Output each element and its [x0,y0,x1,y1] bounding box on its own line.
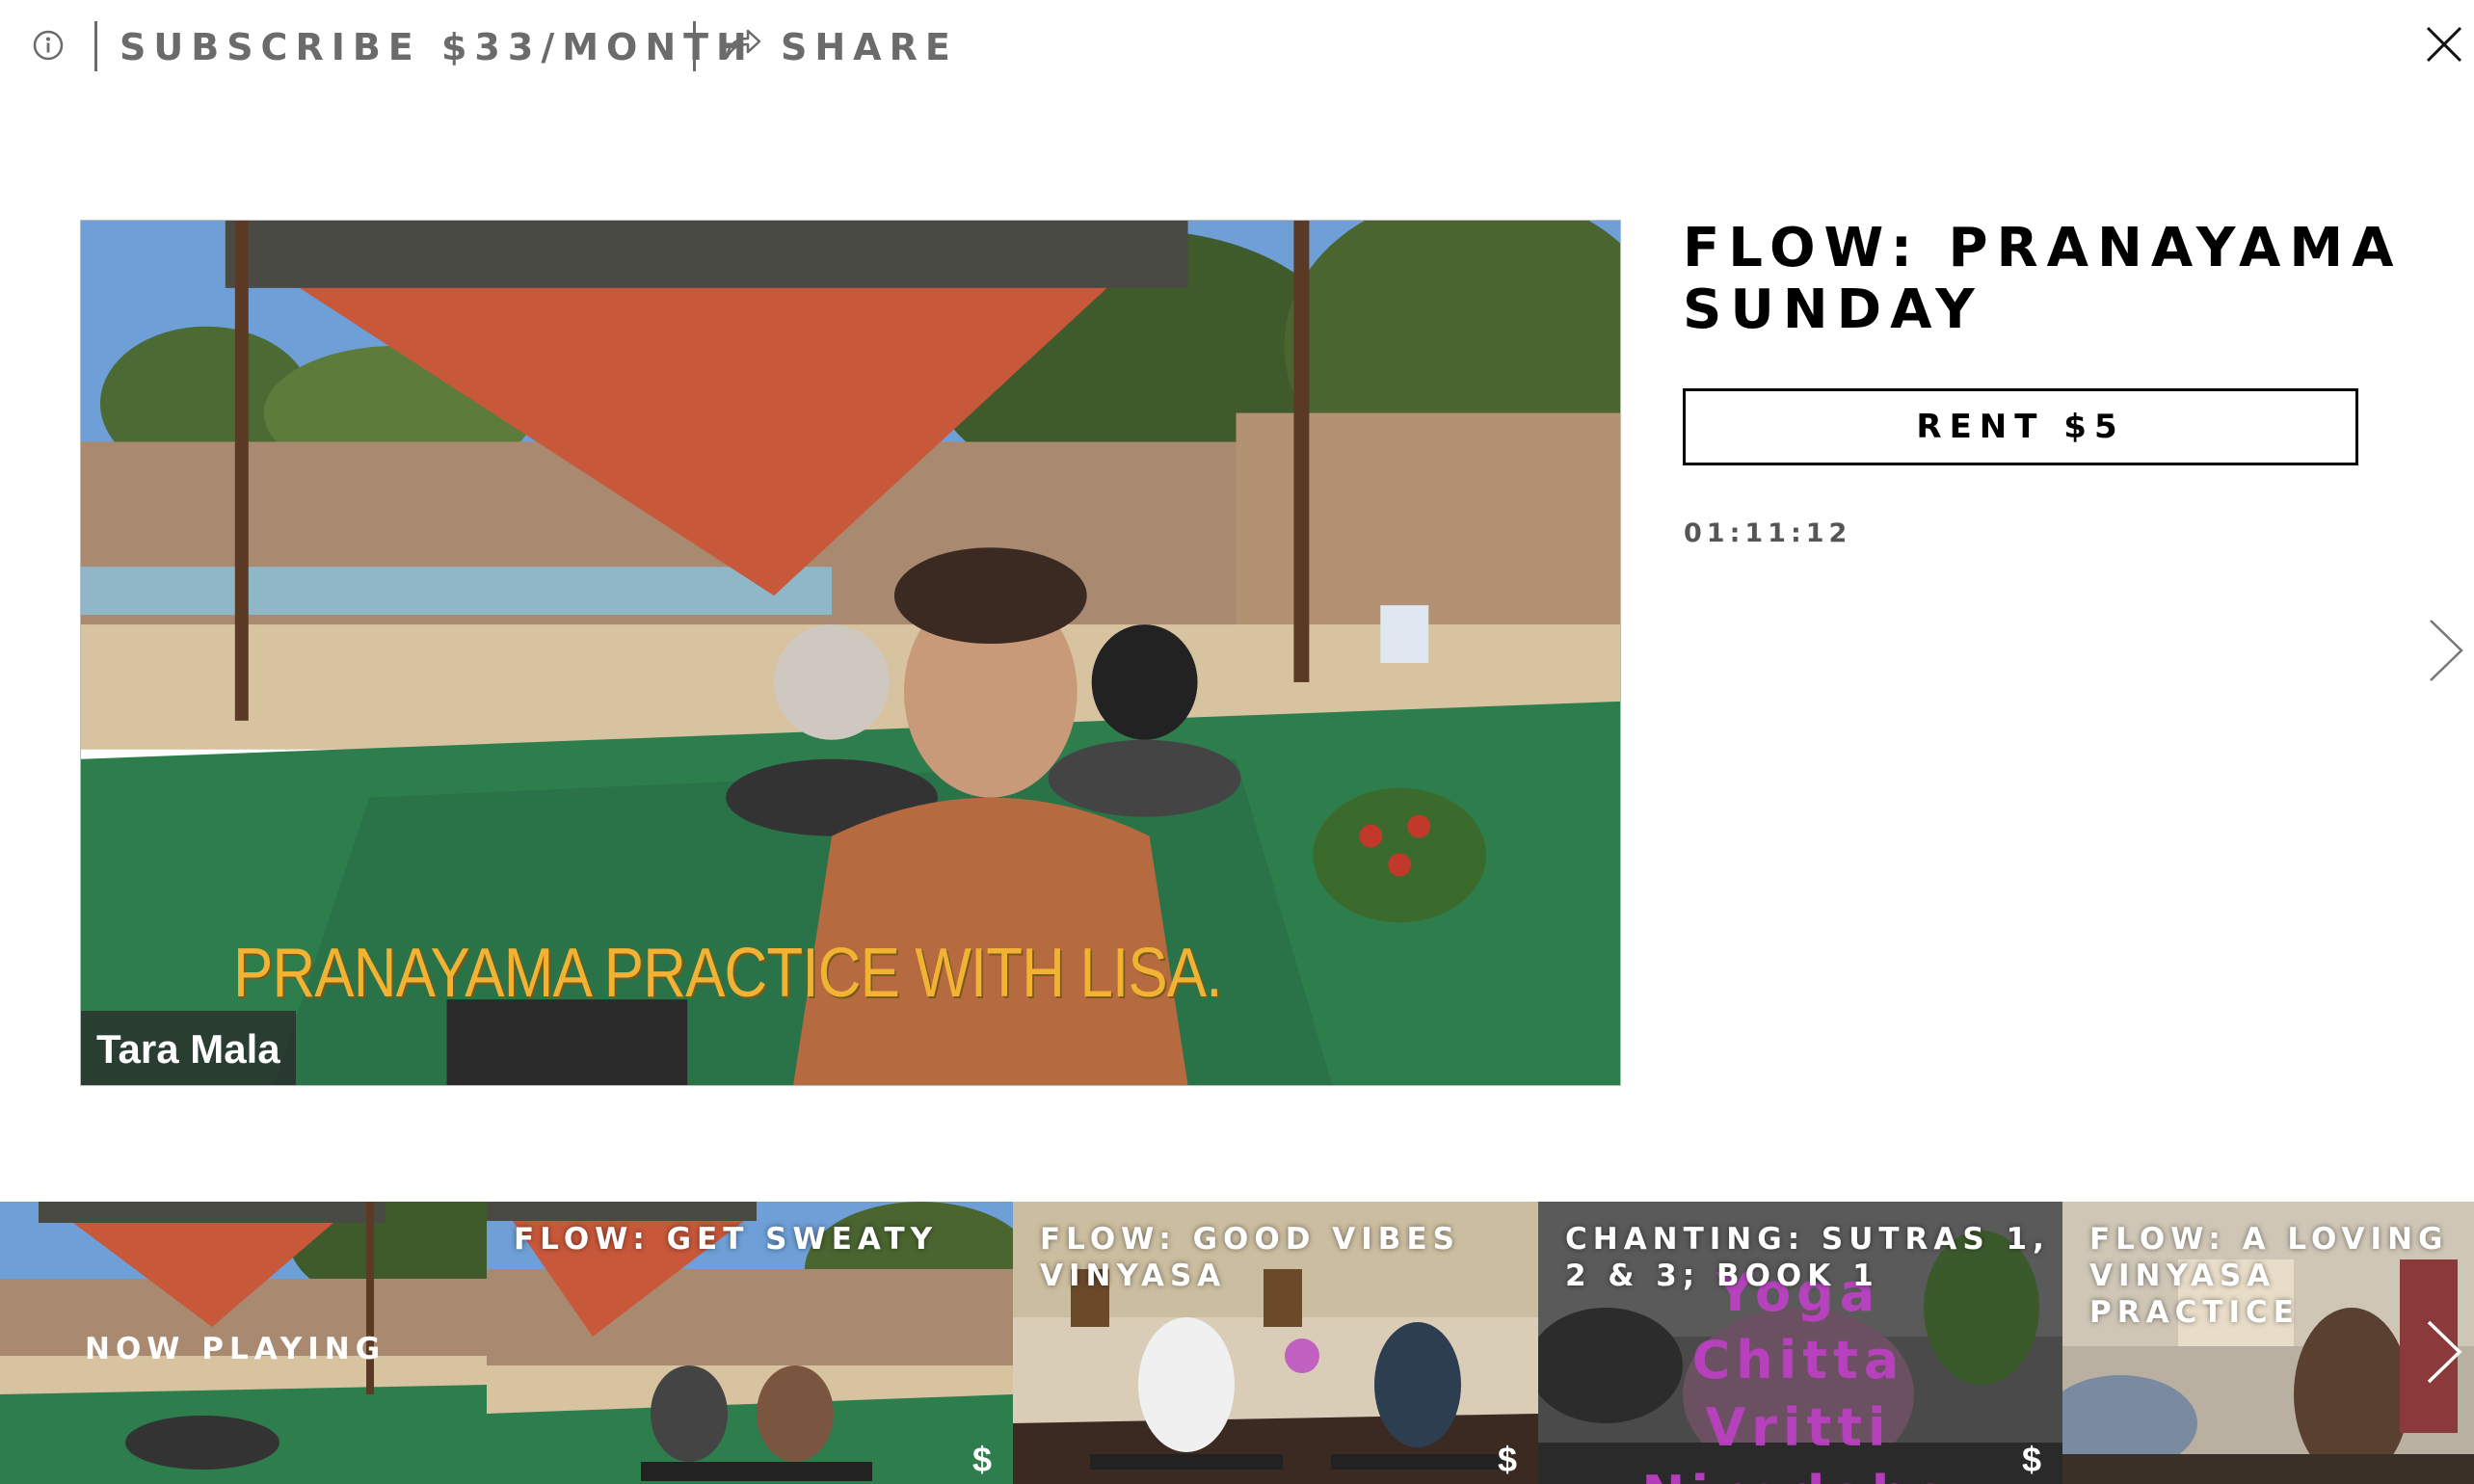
share-button[interactable]: SHARE [781,23,958,71]
subscribe-button[interactable]: SUBSCRIBE $33/MONTH [120,23,755,71]
price-badge: $ [1497,1440,1517,1479]
chevron-right-icon[interactable] [2427,617,2465,684]
video-carousel: NOW PLAYING FLOW: GET SWEATY $ FLOW: GOO… [0,1202,2474,1484]
video-title: FLOW: PRANAYAMA SUNDAY [1683,217,2403,341]
price-badge: $ [971,1440,992,1479]
video-player[interactable]: PRANAYAMA PRACTICE WITH LISA. Tara Mala [80,220,1621,1086]
now-playing-label: NOW PLAYING [85,1332,386,1366]
video-caption: PRANAYAMA PRACTICE WITH LISA. [233,935,1222,1012]
participant-name-tag: Tara Mala [81,1011,296,1085]
info-icon[interactable] [33,30,64,61]
divider [94,21,97,71]
top-bar: SUBSCRIBE $33/MONTH SHARE [0,0,2474,96]
divider [693,21,696,71]
rent-button[interactable]: RENT $5 [1683,388,2358,465]
carousel-item[interactable]: Yoga Chitta Vritti Nirodaha CHANTING: SU… [1538,1202,2062,1484]
carousel-item-title: FLOW: GOOD VIBES VINYASA [1040,1222,1460,1293]
carousel-item-title: FLOW: GET SWEATY [514,1222,939,1257]
close-icon[interactable] [2425,25,2463,64]
carousel-item[interactable]: FLOW: GOOD VIBES VINYASA $ [1013,1202,1538,1484]
price-badge: $ [2021,1440,2041,1479]
carousel-item[interactable]: FLOW: GET SWEATY $ [487,1202,1013,1484]
carousel-item-title: FLOW: A LOVING VINYASA PRACTICE [2089,1222,2449,1330]
carousel-item[interactable]: FLOW: A LOVING VINYASA PRACTICE [2062,1202,2474,1484]
share-icon[interactable] [723,27,763,62]
video-duration: 01:11:12 [1684,518,1852,548]
carousel-next-icon[interactable] [2425,1318,2463,1386]
carousel-item-now-playing[interactable]: NOW PLAYING [0,1202,487,1484]
carousel-item-title: CHANTING: SUTRAS 1, 2 & 3; BOOK 1 [1565,1222,2050,1293]
